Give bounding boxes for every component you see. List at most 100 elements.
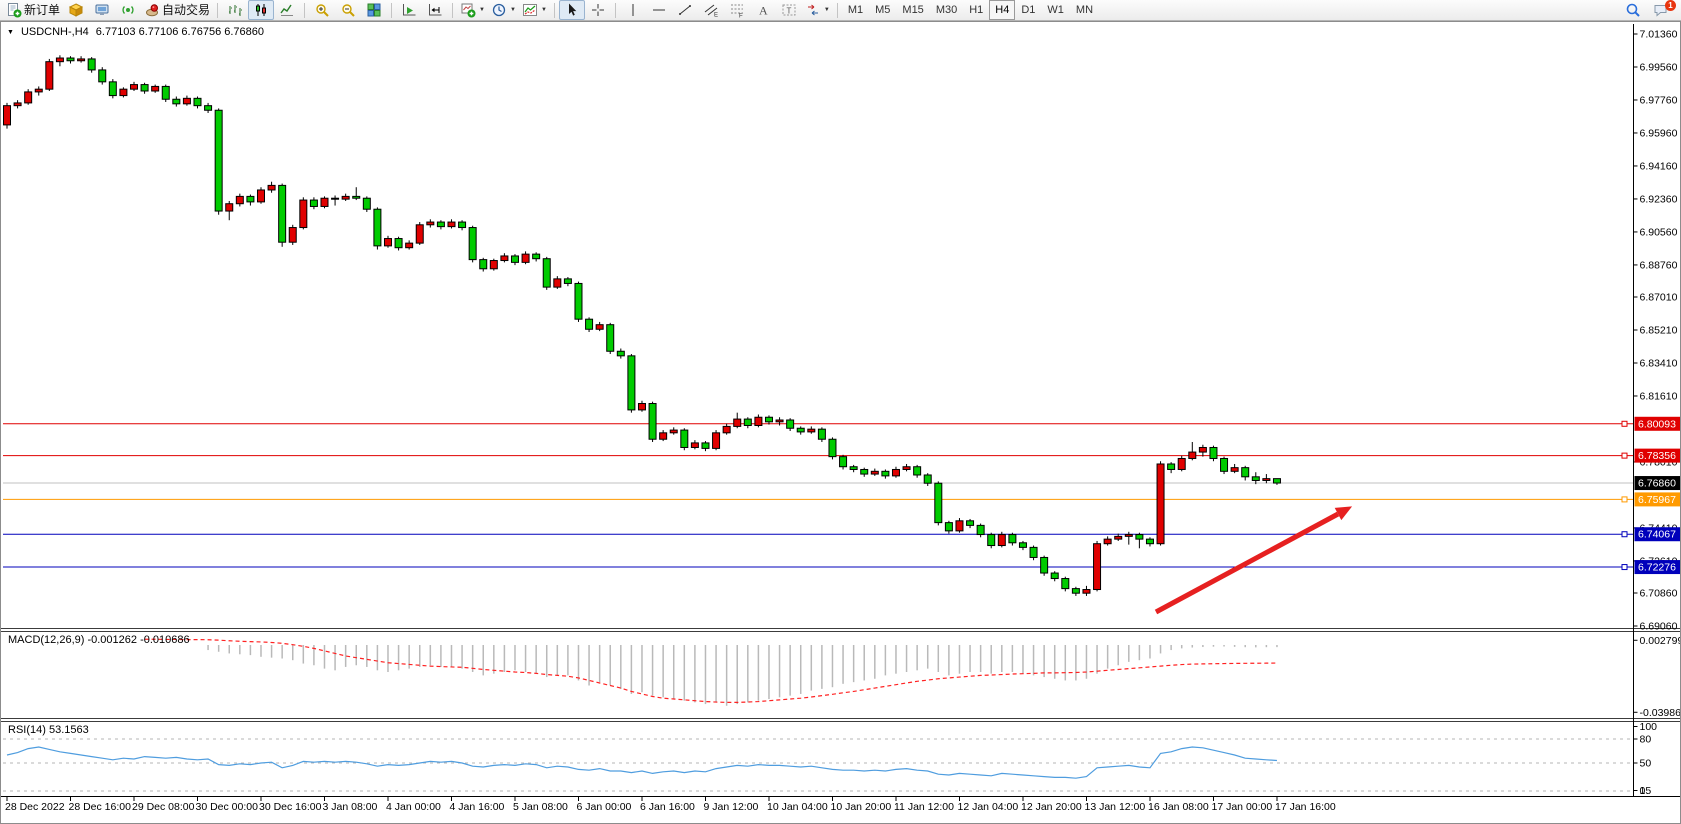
crosshair-button[interactable] bbox=[585, 0, 611, 20]
crosshair-icon bbox=[590, 2, 606, 18]
level-line-6.72276[interactable] bbox=[3, 565, 1634, 570]
auto-trading-button[interactable]: 自动交易 bbox=[141, 0, 213, 20]
rsi-label: RSI(14) 53.1563 bbox=[8, 724, 89, 736]
signals-button[interactable] bbox=[115, 0, 141, 20]
chart-title: ▼ USDCNH-,H4 6.77103 6.77106 6.76756 6.7… bbox=[7, 26, 264, 38]
svg-text:6.81610: 6.81610 bbox=[1640, 390, 1678, 402]
timeframe-m30[interactable]: M30 bbox=[930, 0, 963, 20]
svg-text:6 Jan 00:00: 6 Jan 00:00 bbox=[577, 801, 632, 813]
zoom-out-button[interactable] bbox=[335, 0, 361, 20]
market-depth-button[interactable] bbox=[63, 0, 89, 20]
trend-arrow-annotation[interactable] bbox=[1156, 506, 1352, 612]
cursor-button[interactable] bbox=[559, 0, 585, 20]
arrows-button[interactable]: ▼ bbox=[802, 0, 833, 20]
arrows-icon bbox=[805, 2, 821, 18]
svg-text:28 Dec 2022: 28 Dec 2022 bbox=[5, 801, 65, 813]
candlestick-icon bbox=[253, 2, 269, 18]
horizontal-line-button[interactable] bbox=[646, 0, 672, 20]
tile-windows-button[interactable] bbox=[361, 0, 387, 20]
rsi-gridlines bbox=[3, 739, 1634, 791]
timeframe-w1[interactable]: W1 bbox=[1041, 0, 1070, 20]
timeframe-d1[interactable]: D1 bbox=[1015, 0, 1041, 20]
panel-separators[interactable] bbox=[1, 629, 1680, 797]
svg-text:-0.03986: -0.03986 bbox=[1640, 707, 1681, 719]
svg-text:7.01360: 7.01360 bbox=[1640, 29, 1678, 41]
trendline-button[interactable] bbox=[672, 0, 698, 20]
channel-icon: E bbox=[703, 2, 719, 18]
zoom-in-button[interactable] bbox=[309, 0, 335, 20]
auto-scroll-icon bbox=[401, 2, 417, 18]
current-price-tag: 6.76860 bbox=[1635, 476, 1681, 490]
chevron-down-icon: ▼ bbox=[510, 7, 516, 13]
svg-text:A: A bbox=[759, 4, 768, 18]
zoom-in-icon bbox=[314, 2, 330, 18]
toolbar: 新订单自动交易▼▼▼EFAT▼M1M5M15M30H1H4D1W1MN 1 bbox=[0, 0, 1681, 21]
svg-text:6.99560: 6.99560 bbox=[1640, 61, 1678, 73]
text-label-button[interactable]: T bbox=[776, 0, 802, 20]
cursor-icon bbox=[564, 2, 580, 18]
chevron-down-icon: ▼ bbox=[824, 7, 830, 13]
timeframe-m15[interactable]: M15 bbox=[896, 0, 929, 20]
svg-text:29 Dec 08:00: 29 Dec 08:00 bbox=[132, 801, 195, 813]
fibonacci-button[interactable]: F bbox=[724, 0, 750, 20]
toolbar-separator bbox=[217, 3, 218, 18]
level-line-6.74067[interactable] bbox=[3, 532, 1634, 537]
new-chart-button[interactable]: ▼ bbox=[457, 0, 488, 20]
timeframe-mn[interactable]: MN bbox=[1070, 0, 1099, 20]
search-icon bbox=[1625, 2, 1641, 18]
chart-ohlc: 6.77103 6.77106 6.76756 6.76860 bbox=[96, 26, 264, 38]
svg-text:0: 0 bbox=[1640, 785, 1646, 797]
svg-text:6.76860: 6.76860 bbox=[1638, 478, 1676, 490]
time-axis[interactable]: 28 Dec 202228 Dec 16:0029 Dec 08:0030 De… bbox=[5, 797, 1336, 814]
signal-icon bbox=[120, 2, 136, 18]
periods-button[interactable]: ▼ bbox=[488, 0, 519, 20]
level-price-tag: 6.75967 bbox=[1635, 492, 1681, 506]
chart-canvas[interactable]: 7.013606.995606.977606.959606.941606.923… bbox=[1, 22, 1680, 823]
svg-text:12 Jan 20:00: 12 Jan 20:00 bbox=[1021, 801, 1082, 813]
svg-text:6.80093: 6.80093 bbox=[1638, 418, 1676, 430]
new-order-button[interactable]: 新订单 bbox=[3, 0, 63, 20]
tile-windows-icon bbox=[366, 2, 382, 18]
indicators-button[interactable]: ▼ bbox=[519, 0, 550, 20]
candlestick-button[interactable] bbox=[248, 0, 274, 20]
level-line-6.75967[interactable] bbox=[3, 497, 1634, 502]
svg-text:50: 50 bbox=[1640, 758, 1652, 770]
svg-text:6.95960: 6.95960 bbox=[1640, 127, 1678, 139]
timeframe-m5[interactable]: M5 bbox=[869, 0, 896, 20]
svg-text:6.87010: 6.87010 bbox=[1640, 292, 1678, 304]
svg-text:16 Jan 08:00: 16 Jan 08:00 bbox=[1148, 801, 1209, 813]
svg-text:80: 80 bbox=[1640, 734, 1652, 746]
auto-trading-button-label: 自动交易 bbox=[162, 1, 210, 19]
text-button[interactable]: A bbox=[750, 0, 776, 20]
notifications-button[interactable]: 1 bbox=[1648, 0, 1674, 20]
timeframe-h4[interactable]: H4 bbox=[989, 0, 1015, 20]
equidistant-channel-button[interactable]: E bbox=[698, 0, 724, 20]
svg-text:4 Jan 16:00: 4 Jan 16:00 bbox=[450, 801, 505, 813]
timeframe-m1[interactable]: M1 bbox=[842, 0, 869, 20]
bar-chart-icon bbox=[227, 2, 243, 18]
auto-scroll-button[interactable] bbox=[396, 0, 422, 20]
fibonacci-icon: F bbox=[729, 2, 745, 18]
svg-text:10 Jan 04:00: 10 Jan 04:00 bbox=[767, 801, 828, 813]
line-chart-button[interactable] bbox=[274, 0, 300, 20]
vertical-line-button[interactable] bbox=[620, 0, 646, 20]
svg-text:6 Jan 16:00: 6 Jan 16:00 bbox=[640, 801, 695, 813]
toolbar-separator bbox=[615, 3, 616, 18]
new-chart-icon bbox=[460, 2, 476, 18]
svg-text:F: F bbox=[739, 14, 743, 19]
chart-shift-button[interactable] bbox=[422, 0, 448, 20]
svg-text:11 Jan 12:00: 11 Jan 12:00 bbox=[894, 801, 954, 813]
svg-text:28 Dec 16:00: 28 Dec 16:00 bbox=[69, 801, 132, 813]
bar-chart-button[interactable] bbox=[222, 0, 248, 20]
chart-menu-icon[interactable]: ▼ bbox=[7, 29, 14, 36]
level-line-6.78356[interactable] bbox=[3, 453, 1634, 458]
svg-text:6.88760: 6.88760 bbox=[1640, 259, 1678, 271]
timeframe-h1[interactable]: H1 bbox=[963, 0, 989, 20]
terminal-button[interactable] bbox=[89, 0, 115, 20]
toolbar-separator bbox=[837, 3, 838, 18]
level-line-6.80093[interactable] bbox=[3, 421, 1634, 426]
level-price-tag: 6.74067 bbox=[1635, 527, 1681, 541]
search-button[interactable] bbox=[1620, 0, 1646, 20]
level-price-tag: 6.72276 bbox=[1635, 560, 1681, 574]
terminal-icon bbox=[94, 2, 110, 18]
